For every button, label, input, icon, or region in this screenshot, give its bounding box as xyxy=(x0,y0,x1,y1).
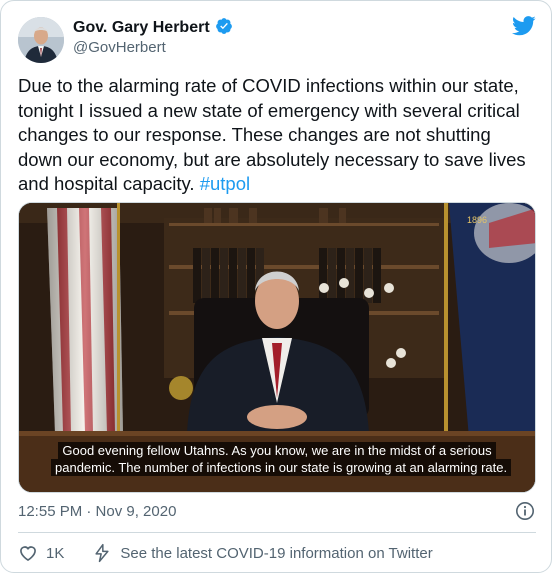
avatar[interactable] xyxy=(18,17,64,63)
author-name[interactable]: Gov. Gary Herbert xyxy=(73,19,210,37)
verified-badge-icon xyxy=(215,17,233,40)
subtitle-line-1: Good evening fellow Utahns. As you know,… xyxy=(58,442,496,459)
hashtag-link[interactable]: #utpol xyxy=(200,173,250,194)
twitter-bird-icon[interactable] xyxy=(512,16,536,36)
video-subtitles: Good evening fellow Utahns. As you know,… xyxy=(51,442,512,476)
tweet-timestamp[interactable]: 12:55 PM · Nov 9, 2020 xyxy=(18,503,176,520)
tweet-body: Due to the alarming rate of COVID infect… xyxy=(18,75,526,194)
like-button[interactable]: 1K xyxy=(18,543,64,563)
divider xyxy=(18,532,536,533)
info-icon[interactable] xyxy=(515,501,535,521)
tweet-card: Gov. Gary Herbert @GovHerbert Due to the… xyxy=(0,0,552,573)
subtitle-line-2: pandemic. The number of infections in ou… xyxy=(51,459,512,476)
flag-year: 1896 xyxy=(467,215,487,225)
author-handle[interactable]: @GovHerbert xyxy=(73,39,166,56)
covid-info-link[interactable]: See the latest COVID-19 information on T… xyxy=(92,543,433,563)
lightning-bolt-icon xyxy=(92,543,112,563)
covid-link-text: See the latest COVID-19 information on T… xyxy=(120,544,433,562)
tweet-text: Due to the alarming rate of COVID infect… xyxy=(18,74,538,197)
heart-icon xyxy=(18,543,38,563)
like-count: 1K xyxy=(46,544,65,562)
